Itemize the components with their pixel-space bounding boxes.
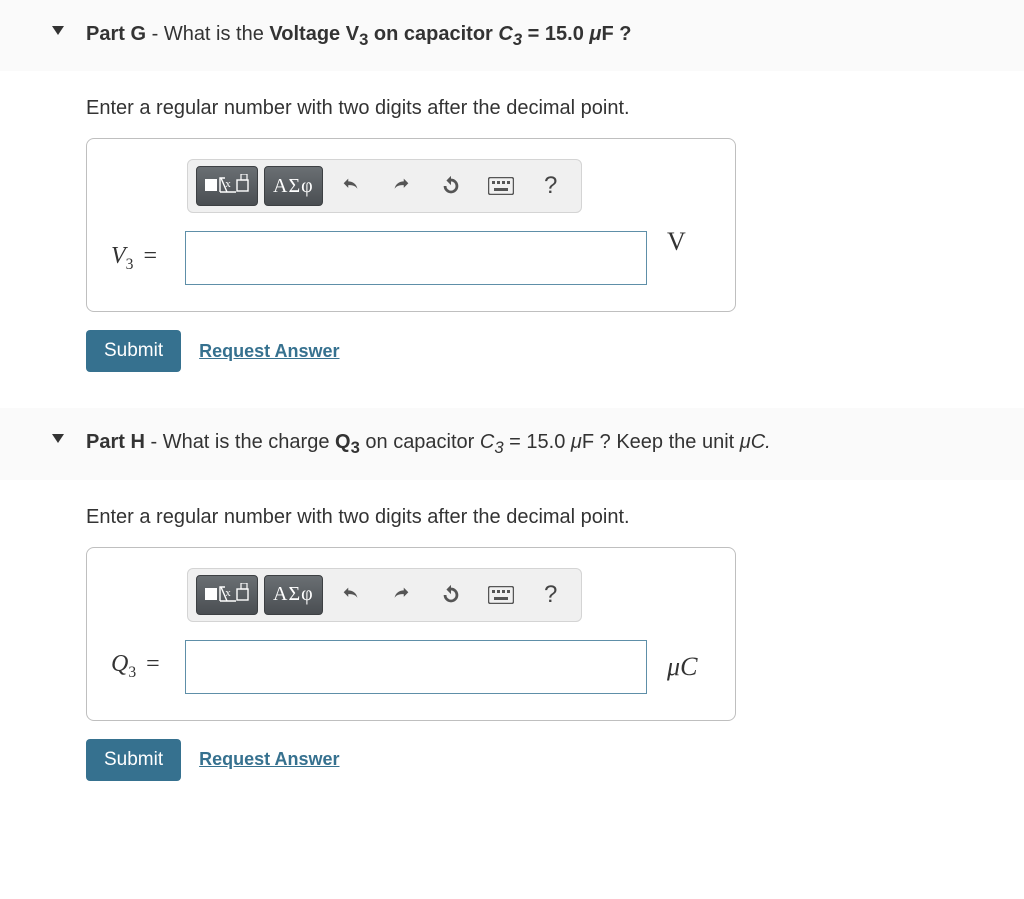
answer-box: x ΑΣφ [86,547,736,721]
redo-button[interactable] [379,166,423,206]
greek-palette-button[interactable]: ΑΣφ [264,575,323,615]
answer-row: Q3 = μC [111,640,711,694]
part-g-header: Part G - What is the Voltage V3 on capac… [0,0,1024,71]
answer-box: x ΑΣφ [86,138,736,312]
answer-row: V3 = V [111,231,711,285]
reset-button[interactable] [429,575,473,615]
submit-button[interactable]: Submit [86,330,181,372]
part-h-header: Part H - What is the charge Q3 on capaci… [0,408,1024,479]
reset-button[interactable] [429,166,473,206]
unit-label: μC [667,652,711,682]
equation-toolbar: x ΑΣφ [187,568,582,622]
voltage-label: Voltage V3 on capacitor C3 = 15.0 μF ? [269,23,631,45]
part-label: Part H [86,431,145,453]
template-palette-button[interactable]: x [196,575,258,615]
collapse-caret-icon[interactable] [52,26,64,35]
instructions-text: Enter a regular number with two digits a… [86,97,1004,120]
part-h-body: Enter a regular number with two digits a… [0,506,1024,787]
keyboard-button[interactable] [479,166,523,206]
variable-label: Q3 = [111,651,171,682]
variable-label: V3 = [111,243,171,274]
redo-button[interactable] [379,575,423,615]
keyboard-button[interactable] [479,575,523,615]
equation-toolbar: x ΑΣφ [187,159,582,213]
answer-input[interactable] [185,231,647,285]
answer-input[interactable] [185,640,647,694]
svg-text:x: x [225,587,231,599]
part-g-body: Enter a regular number with two digits a… [0,97,1024,378]
actions-row: Submit Request Answer [86,739,1004,781]
greek-palette-button[interactable]: ΑΣφ [264,166,323,206]
charge-label: Q3 [335,431,360,453]
template-palette-button[interactable]: x [196,166,258,206]
help-button[interactable]: ? [529,166,573,206]
undo-button[interactable] [329,575,373,615]
part-h-title: Part H - What is the charge Q3 on capaci… [86,428,1004,459]
part-g: Part G - What is the Voltage V3 on capac… [0,0,1024,378]
svg-text:x: x [225,178,231,190]
collapse-caret-icon[interactable] [52,434,64,443]
part-h: Part H - What is the charge Q3 on capaci… [0,408,1024,786]
request-answer-link[interactable]: Request Answer [199,749,339,770]
unit-label: V [667,227,711,257]
undo-button[interactable] [329,166,373,206]
help-button[interactable]: ? [529,575,573,615]
submit-button[interactable]: Submit [86,739,181,781]
part-g-title: Part G - What is the Voltage V3 on capac… [86,20,1004,51]
request-answer-link[interactable]: Request Answer [199,341,339,362]
instructions-text: Enter a regular number with two digits a… [86,506,1004,529]
actions-row: Submit Request Answer [86,330,1004,372]
part-label: Part G [86,23,146,45]
